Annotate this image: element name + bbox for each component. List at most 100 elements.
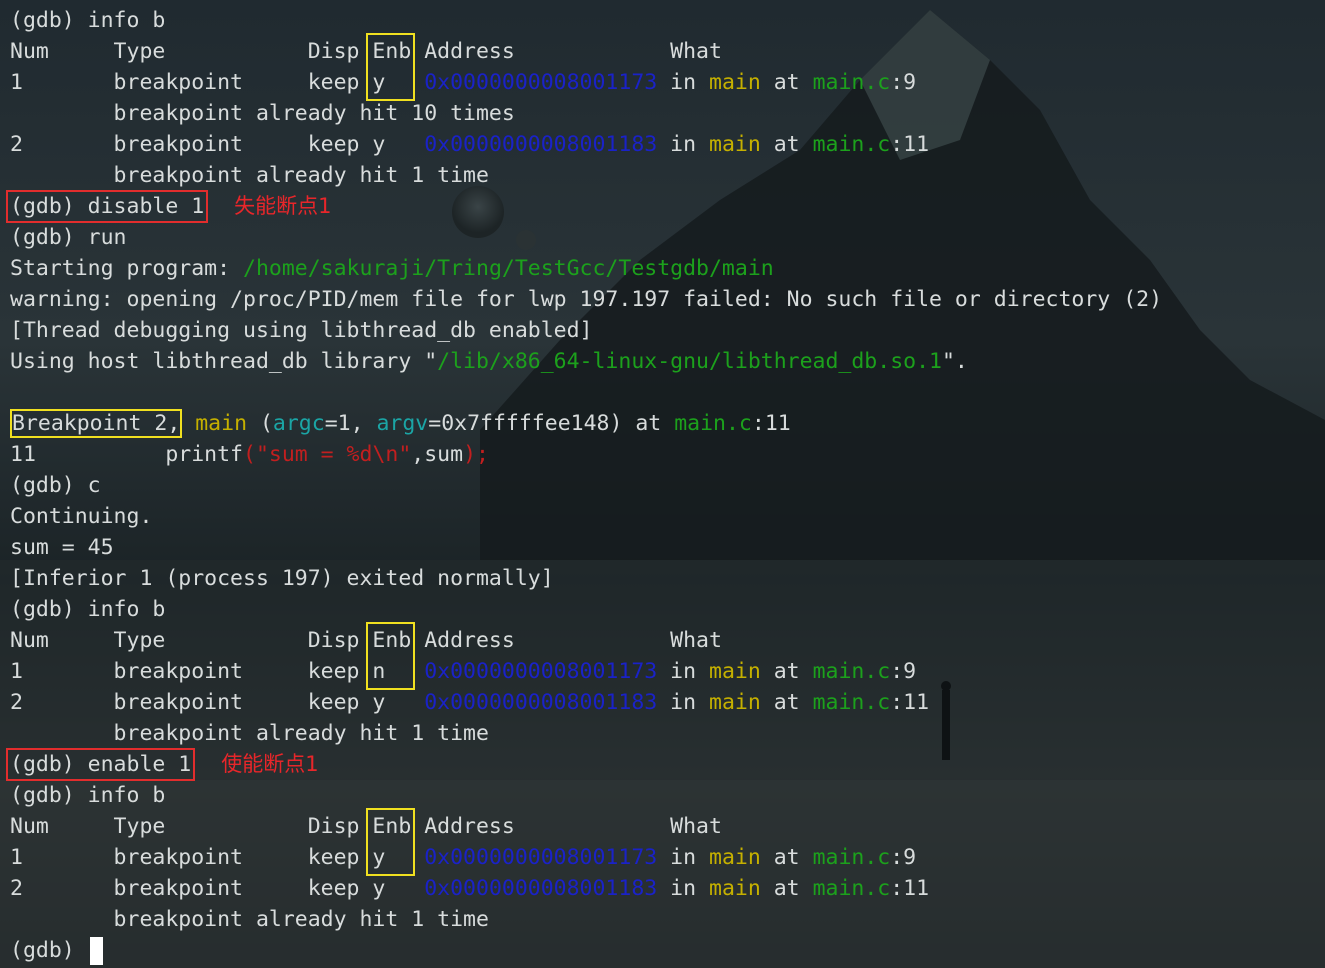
terminal-text: main: [709, 845, 761, 870]
terminal-line: 1 breakpoint keep n 0x0000000008001173 i…: [10, 656, 1315, 687]
terminal-text: at: [760, 876, 813, 901]
terminal-text: Starting program:: [10, 256, 243, 281]
terminal-text: breakpoint already hit 1 time: [10, 721, 489, 746]
terminal-text: :11: [890, 876, 930, 901]
terminal-text: main.c: [674, 411, 752, 436]
terminal-text: 0x0000000008001173: [424, 845, 658, 870]
terminal-line: (gdb) disable 1 失能断点1: [5, 190, 1315, 223]
terminal-text: in: [657, 132, 709, 157]
terminal-line: (gdb) info b: [10, 594, 1315, 625]
terminal-line: (gdb) info b: [10, 5, 1315, 36]
terminal-text: );: [463, 442, 489, 467]
terminal-text: ("sum = %d\n": [243, 442, 412, 467]
terminal-text: warning: opening /proc/PID/mem file for …: [10, 287, 1163, 312]
terminal-text: ,sum: [411, 442, 464, 467]
terminal-text: breakpoint already hit 10 times: [10, 101, 515, 126]
terminal-line: [Inferior 1 (process 197) exited normall…: [10, 563, 1315, 594]
terminal-line: (gdb) run: [10, 222, 1315, 253]
terminal-text: (gdb) info b: [10, 8, 166, 33]
terminal-text: (gdb) info b: [10, 783, 166, 808]
terminal-line: [Thread debugging using libthread_db ena…: [10, 315, 1315, 346]
terminal-line: (gdb): [10, 935, 1315, 966]
terminal-text: 2 breakpoint keep y: [10, 876, 425, 901]
terminal-text: (gdb) run: [10, 225, 127, 250]
terminal-text: =1,: [324, 411, 377, 436]
annotation-label: 使能断点1: [221, 752, 319, 776]
terminal-text: 1 breakpoint keep y: [10, 70, 425, 95]
terminal-text: (gdb): [10, 938, 88, 963]
terminal-cursor[interactable]: [89, 937, 103, 965]
terminal-text: in: [657, 845, 709, 870]
terminal-text: main.c: [812, 132, 891, 157]
terminal-line: 1 breakpoint keep y 0x0000000008001173 i…: [10, 842, 1315, 873]
terminal-line: 2 breakpoint keep y 0x0000000008001183 i…: [10, 873, 1315, 904]
terminal-text: :9: [890, 845, 917, 870]
terminal-text: in: [657, 690, 709, 715]
terminal-text: 1 breakpoint keep n: [10, 659, 425, 684]
terminal-text: 0x0000000008001183: [424, 132, 658, 157]
terminal-text: :11: [890, 132, 930, 157]
terminal-text: [Inferior 1 (process 197) exited normall…: [10, 566, 554, 591]
terminal-line: Breakpoint 2, main (argc=1, argv=0x7ffff…: [10, 408, 1315, 439]
terminal-text: argc: [272, 411, 325, 436]
terminal-text: argv: [376, 411, 429, 436]
terminal-text: main: [709, 690, 761, 715]
terminal-text: ".: [941, 349, 968, 374]
terminal-text: 11 printf: [10, 442, 243, 467]
terminal-text: :11: [751, 411, 791, 436]
terminal-text: Num Type Disp Enb Address What: [10, 814, 722, 839]
terminal-text: main: [195, 411, 248, 436]
terminal-text: main: [709, 876, 761, 901]
highlighted-command: Breakpoint 2,: [10, 409, 183, 438]
terminal-text: =0x7fffffee148) at: [428, 411, 675, 436]
terminal-text: 1 breakpoint keep y: [10, 845, 425, 870]
terminal-line: 2 breakpoint keep y 0x0000000008001183 i…: [10, 687, 1315, 718]
terminal-line: Continuing.: [10, 501, 1315, 532]
terminal-text: in: [657, 70, 709, 95]
terminal-line: (gdb) info b: [10, 780, 1315, 811]
terminal-text: main.c: [812, 845, 891, 870]
terminal-text: at: [760, 70, 813, 95]
terminal-text: 0x0000000008001183: [424, 690, 658, 715]
terminal-text: main.c: [812, 659, 891, 684]
terminal-line: sum = 45: [10, 532, 1315, 563]
terminal-text: Num Type Disp Enb Address What: [10, 39, 722, 64]
terminal-text: main: [709, 659, 761, 684]
terminal-text: in: [657, 876, 709, 901]
annotation-label: 失能断点1: [234, 194, 332, 218]
terminal-text: Using host libthread_db library ": [10, 349, 438, 374]
terminal-line: 11 printf("sum = %d\n",sum);: [10, 439, 1315, 470]
terminal-line: breakpoint already hit 1 time: [10, 904, 1315, 935]
terminal-line: breakpoint already hit 1 time: [10, 718, 1315, 749]
terminal-line: breakpoint already hit 10 times: [10, 98, 1315, 129]
terminal-text: (gdb) c: [10, 473, 101, 498]
terminal-text: :9: [890, 70, 917, 95]
terminal-text: 0x0000000008001183: [424, 876, 658, 901]
terminal-line: Num Type Disp Enb Address What: [10, 36, 1315, 67]
terminal-line: 1 breakpoint keep y 0x0000000008001173 i…: [10, 67, 1315, 98]
terminal-text: main.c: [812, 70, 891, 95]
terminal-text: :11: [890, 690, 930, 715]
terminal-line: (gdb) c: [10, 470, 1315, 501]
terminal-text: 2 breakpoint keep y: [10, 132, 425, 157]
highlighted-command: (gdb) disable 1: [5, 190, 209, 223]
terminal-output: (gdb) info b Num Type Disp Enb Address Wh…: [5, 5, 1315, 966]
terminal-text: at: [760, 132, 813, 157]
highlighted-command: (gdb) enable 1: [5, 748, 196, 781]
terminal-text: [Thread debugging using libthread_db ena…: [10, 318, 593, 343]
terminal-text: /home/sakuraji/Tring/TestGcc/Testgdb/mai…: [243, 256, 774, 281]
terminal-text: (gdb) info b: [10, 597, 166, 622]
terminal-text: :9: [890, 659, 917, 684]
terminal-text: at: [760, 845, 813, 870]
terminal-line: warning: opening /proc/PID/mem file for …: [10, 284, 1315, 315]
terminal-text: /lib/x86_64-linux-gnu/libthread_db.so.1: [437, 349, 942, 374]
terminal-line: breakpoint already hit 1 time: [10, 160, 1315, 191]
terminal-line: Using host libthread_db library "/lib/x8…: [10, 346, 1315, 377]
terminal-text: Continuing.: [10, 504, 153, 529]
terminal-text: main.c: [812, 876, 891, 901]
terminal-text: breakpoint already hit 1 time: [10, 163, 489, 188]
terminal-text: (: [247, 411, 273, 436]
terminal-text: in: [657, 659, 709, 684]
